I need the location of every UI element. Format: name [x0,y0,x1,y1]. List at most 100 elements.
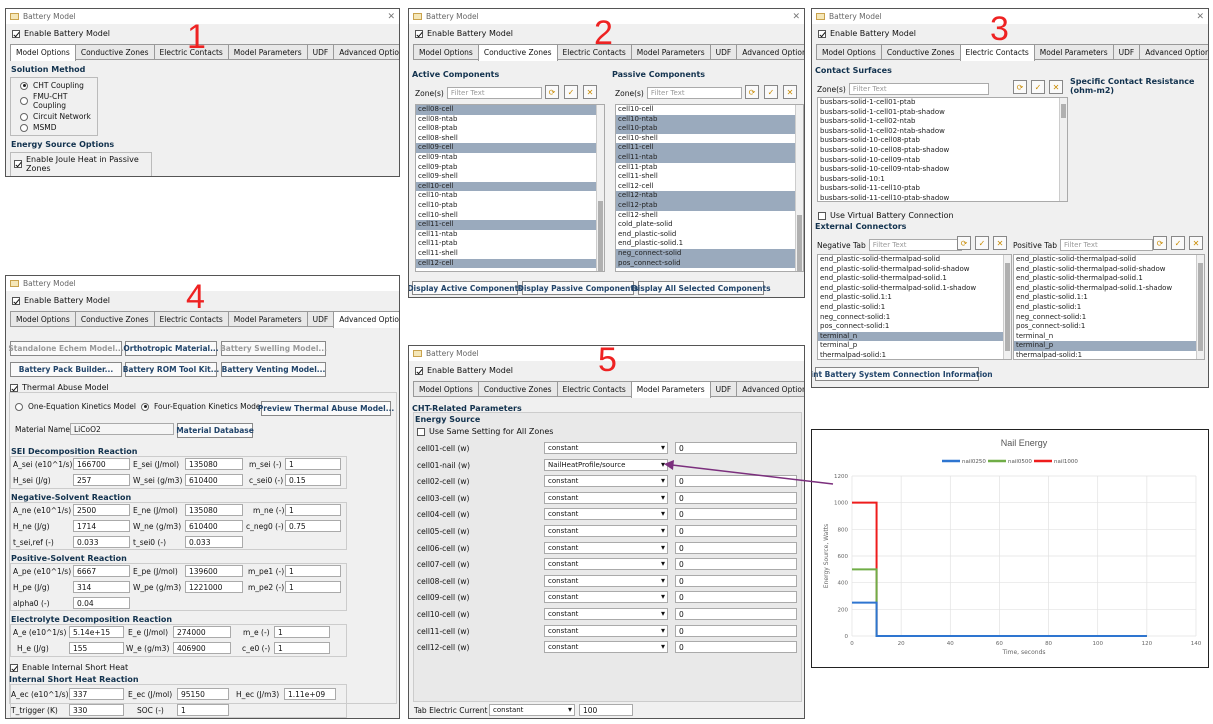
contact-surfaces-list[interactable]: busbars-solid-1-cell01-ptab busbars-solid… [817,97,1068,202]
list-item[interactable]: terminal_p [818,341,1011,351]
list-item[interactable]: cell08-ntab [416,115,604,125]
standalone-echem-button[interactable]: Standalone Echem Model... [8,341,124,356]
m-pe1-field[interactable]: 1 [285,565,341,577]
select-all-icon[interactable]: ⟳ [957,236,971,250]
source-type-select[interactable]: constant [544,558,668,571]
tab-udf[interactable]: UDF [1112,44,1141,59]
list-item[interactable]: busbars-solid-10-cell08-ptab-shadow [818,146,1067,156]
list-item[interactable]: cell12-cell [616,182,803,192]
source-value-field[interactable]: 0 [675,574,797,587]
battery-venting-button[interactable]: Battery Venting Model... [221,362,326,377]
list-item[interactable]: end_plastic-solid [616,230,803,240]
list-item[interactable]: cell09-ntab [416,153,604,163]
list-item[interactable]: cell11-ptab [416,239,604,249]
tab-udf[interactable]: UDF [709,44,738,59]
list-item[interactable]: pos_connect-solid:1 [1014,322,1204,332]
same-setting-checkbox[interactable]: Use Same Setting for All Zones [417,427,553,436]
source-type-select[interactable]: constant [544,541,668,554]
list-item[interactable]: neg_connect-solid:1 [1014,313,1204,323]
select-all-icon[interactable]: ⟳ [545,85,559,99]
source-value-field[interactable]: 0 [675,624,797,637]
source-type-select[interactable]: constant [544,491,668,504]
tab-model-parameters[interactable]: Model Parameters [227,44,308,59]
list-item[interactable]: cell10-ntab [616,114,803,125]
list-item[interactable]: cell12-cell [416,258,604,269]
a-sei-field[interactable]: 166700 [73,458,130,470]
checkbox-icon[interactable] [818,211,826,220]
e-e-field[interactable]: 274000 [173,626,231,638]
checkbox-icon[interactable] [415,29,423,38]
tab-model-options[interactable]: Model Options [10,44,76,61]
tab-current-type-select[interactable]: constant [489,704,575,716]
scroll-thumb[interactable] [1198,263,1203,351]
tab-advanced-options[interactable]: Advanced Options [736,44,804,59]
c-sei-field[interactable]: 0.15 [285,474,341,486]
list-item[interactable]: cell11-cell [416,220,604,230]
scrollbar[interactable] [1196,255,1204,359]
positive-tab-list[interactable]: end_plastic-solid-thermalpad-solid end_pl… [1013,254,1205,360]
material-database-button[interactable]: Material Database [176,423,254,438]
source-value-field[interactable]: 0 [675,591,797,604]
checkbox-icon[interactable] [417,427,425,436]
list-item[interactable]: cell11-ptab [616,163,803,173]
material-name-field[interactable]: LiCoO2 [70,423,174,435]
enable-battery-checkbox[interactable]: Enable Battery Model [12,296,399,305]
source-type-select[interactable]: constant [544,574,668,587]
check-icon[interactable]: ✓ [564,85,578,99]
source-type-select[interactable]: constant [544,591,668,604]
list-item[interactable]: busbars-solid-10:1 [818,175,1067,185]
enable-battery-checkbox[interactable]: Enable Battery Model [818,29,1208,38]
tab-udf[interactable]: UDF [709,381,738,396]
list-item[interactable]: end_plastic-solid-thermalpad-solid.1-sha… [818,284,1011,294]
pos-filter-input[interactable]: Filter Text [1060,239,1153,251]
four-equation-radio[interactable]: Four-Equation Kinetics Model [141,402,263,411]
tab-conductive-zones[interactable]: Conductive Zones [477,44,558,61]
list-item[interactable]: cell10-shell [416,211,604,221]
active-components-list[interactable]: cell08-cell cell08-ntab cell08-ptab cell08-… [415,104,605,272]
tab-conductive-zones[interactable]: Conductive Zones [477,381,558,396]
tab-conductive-zones[interactable]: Conductive Zones [880,44,961,59]
passive-components-list[interactable]: cell10-cell cell10-ntab cell10-ptab cell10-… [615,104,804,272]
tab-electric-contacts[interactable]: Electric Contacts [556,381,632,396]
checkbox-icon[interactable] [12,296,20,305]
list-item[interactable]: busbars-solid-1-cell02-ntab-shadow [818,127,1067,137]
tab-model-parameters[interactable]: Model Parameters [1033,44,1114,59]
list-item[interactable]: cell08-cell [416,105,604,115]
list-item[interactable]: terminal_n [818,331,1011,342]
scrollbar[interactable] [795,105,803,271]
h-ec-field[interactable]: 1.11e+09 [284,688,336,700]
display-passive-button[interactable]: Display Passive Components [518,281,638,295]
list-item[interactable]: thermalpad-solid:1 [1014,351,1204,359]
tab-model-options[interactable]: Model Options [413,44,479,59]
t-trigger-field[interactable]: 330 [69,704,124,716]
alpha0-field[interactable]: 0.04 [73,597,130,609]
list-item[interactable]: neg_connect-solid [616,248,803,259]
check-icon[interactable]: ✓ [1171,236,1185,250]
source-value-field[interactable]: 0 [675,541,797,554]
scrollbar[interactable] [1003,255,1011,359]
source-value-field[interactable]: 0 [675,491,797,504]
close-icon[interactable]: ✕ [792,12,800,22]
m-ne-field[interactable]: 1 [285,504,341,516]
one-equation-radio[interactable]: One-Equation Kinetics Model [15,402,136,411]
clear-icon[interactable]: ✕ [583,85,597,99]
list-item[interactable]: terminal_n [1014,332,1204,342]
radio-fmu[interactable]: FMU-CHT Coupling [20,92,97,110]
checkbox-icon[interactable] [818,29,826,38]
list-item[interactable]: end_plastic-solid-thermalpad-solid.1-sha… [1014,284,1204,294]
print-connection-info-button[interactable]: Print Battery System Connection Informat… [812,367,993,381]
orthotropic-material-button[interactable]: Orthotropic Material... [123,341,219,356]
display-all-selected-button[interactable]: Display All Selected Components [631,281,771,295]
scroll-thumb[interactable] [1061,104,1066,118]
a-ne-field[interactable]: 2500 [73,504,130,516]
m-sei-field[interactable]: 1 [285,458,341,470]
list-item[interactable]: busbars-solid-11-cell10-ptab [818,184,1067,194]
source-value-field[interactable]: 0 [675,641,797,654]
tab-udf[interactable]: UDF [306,44,335,59]
check-icon[interactable]: ✓ [975,236,989,250]
list-item[interactable]: cell08-shell [416,134,604,144]
t-sei0-field[interactable]: 0.033 [185,536,243,548]
battery-pack-builder-button[interactable]: Battery Pack Builder... [10,362,122,377]
source-value-field[interactable]: 0 [675,475,797,488]
select-all-icon[interactable]: ⟳ [745,85,759,99]
